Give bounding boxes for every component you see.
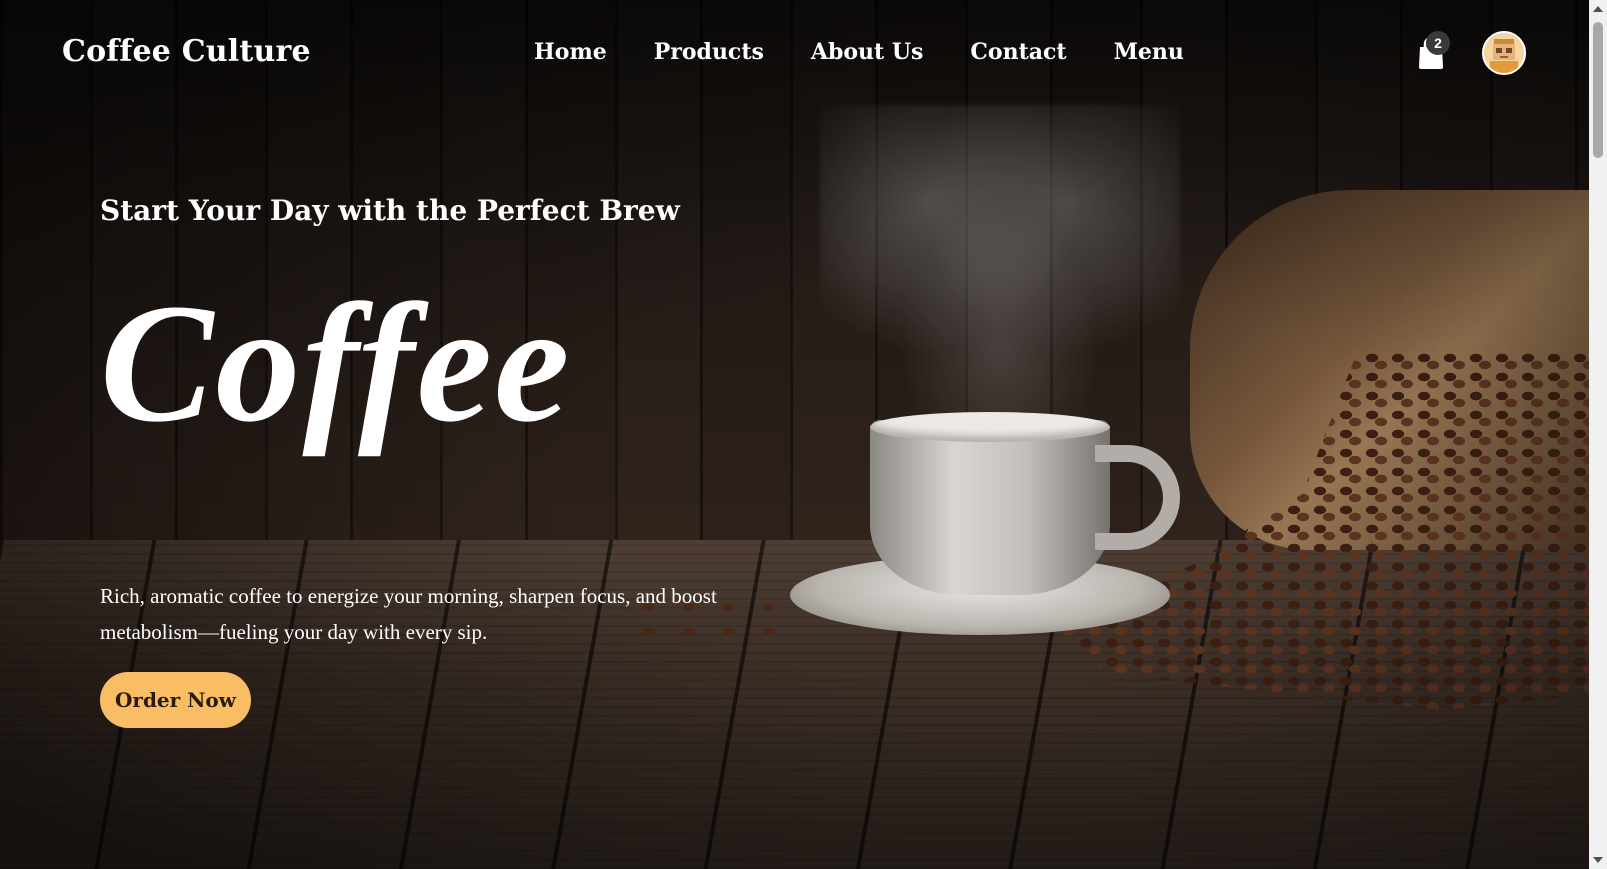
- nav-products-link[interactable]: Products: [654, 39, 764, 65]
- main-menu: Home Products About Us Contact Menu: [534, 39, 1184, 65]
- navbar: Coffee Culture Home Products About Us Co…: [0, 0, 1589, 108]
- hero-title: Coffee: [100, 269, 572, 457]
- nav-menu-link[interactable]: Menu: [1114, 39, 1184, 65]
- hero-description: Rich, aromatic coffee to energize your m…: [100, 584, 717, 644]
- cart-count-badge: 2: [1426, 31, 1450, 55]
- scrollbar-thumb[interactable]: [1593, 22, 1603, 158]
- brand-logo[interactable]: Coffee Culture: [62, 34, 311, 69]
- nav-contact-link[interactable]: Contact: [970, 39, 1066, 65]
- scroll-up-arrow-icon[interactable]: [1593, 6, 1603, 12]
- nav-home-link[interactable]: Home: [534, 39, 607, 65]
- nav-about-link[interactable]: About Us: [811, 39, 924, 65]
- hero-subtitle: Start Your Day with the Perfect Brew: [100, 194, 680, 227]
- avatar-icon[interactable]: [1482, 31, 1526, 75]
- scroll-down-arrow-icon[interactable]: [1593, 857, 1603, 863]
- page-scrollbar[interactable]: [1589, 0, 1607, 869]
- order-now-button[interactable]: Order Now: [100, 672, 251, 728]
